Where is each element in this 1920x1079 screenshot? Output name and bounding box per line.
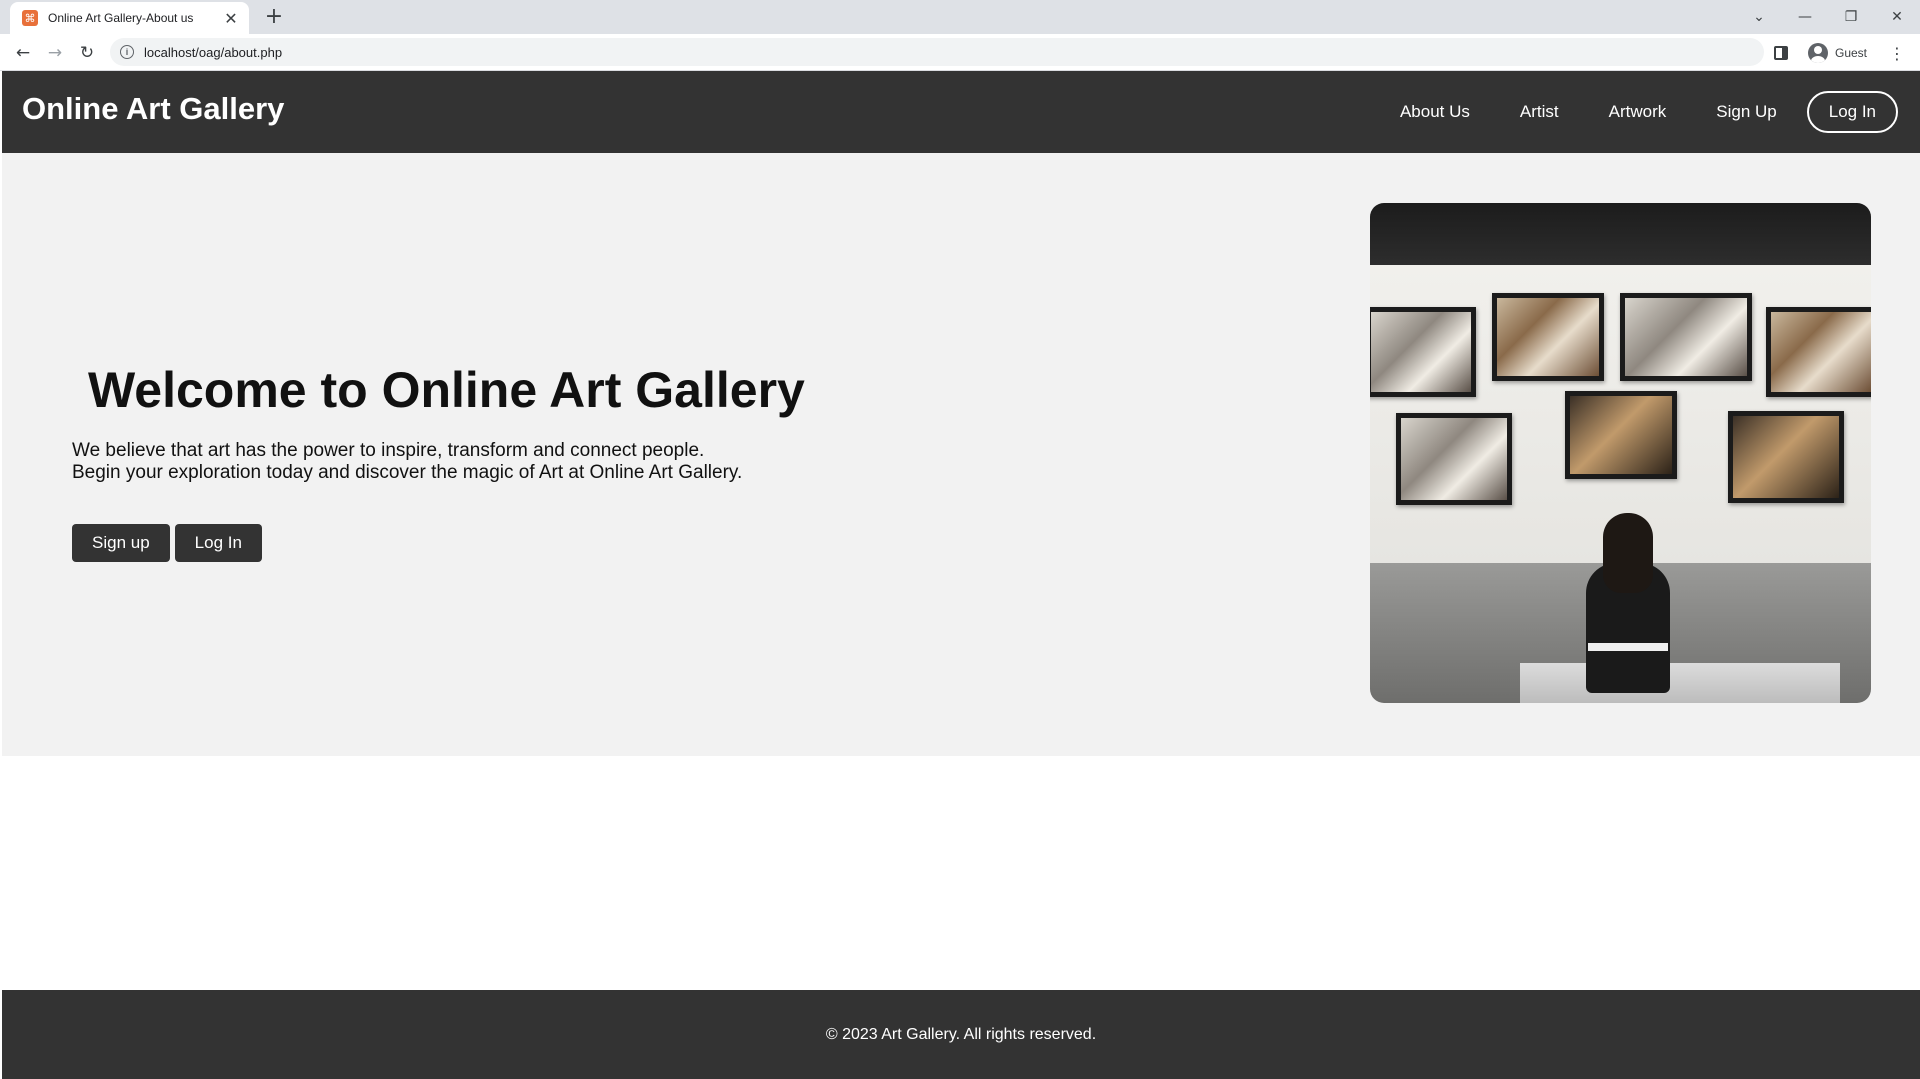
painting-frame	[1492, 293, 1604, 381]
browser-toolbar: ← → ↻ i localhost/oag/about.php Guest ⋮	[0, 34, 1920, 71]
url-text[interactable]: localhost/oag/about.php	[144, 45, 282, 60]
tab-title: Online Art Gallery-About us	[48, 11, 194, 25]
login-button[interactable]: Log In	[174, 524, 262, 562]
painting-frame	[1766, 307, 1871, 397]
hero-buttons: Sign up Log In	[72, 524, 267, 562]
hero-line-2: Begin your exploration today and discove…	[72, 462, 743, 483]
close-window-icon[interactable]: ✕	[1874, 0, 1920, 34]
hero-title: Welcome to Online Art Gallery	[88, 362, 805, 418]
forward-icon[interactable]: →	[42, 40, 68, 66]
seated-visitor	[1578, 513, 1678, 693]
restore-icon[interactable]: ❐	[1828, 0, 1874, 34]
gallery-bench	[1520, 663, 1840, 703]
window-controls: ⌄ — ❐ ✕	[1736, 0, 1920, 34]
footer-copyright: © 2023 Art Gallery. All rights reserved.	[825, 1025, 1097, 1043]
side-panel-icon[interactable]	[1774, 46, 1788, 60]
avatar-icon	[1808, 43, 1828, 63]
nav-about-us[interactable]: About Us	[1400, 102, 1470, 122]
address-bar[interactable]: i localhost/oag/about.php	[110, 38, 1764, 66]
tab-search-icon[interactable]: ⌄	[1736, 0, 1782, 34]
site-favicon-icon: ⌘	[22, 10, 38, 26]
painting-frame	[1565, 391, 1677, 479]
gallery-photo	[1370, 203, 1871, 703]
profile-name: Guest	[1835, 46, 1868, 60]
painting-frame	[1370, 307, 1476, 397]
gallery-ceiling	[1370, 203, 1871, 265]
toolbar-right: Guest ⋮	[1774, 40, 1905, 66]
hero-description: We believe that art has the power to ins…	[72, 440, 742, 484]
browser-tabstrip: ⌘ Online Art Gallery-About us ✕ + ⌄ — ❐ …	[0, 0, 1920, 34]
site-brand[interactable]: Online Art Gallery	[22, 91, 284, 127]
signup-button[interactable]: Sign up	[72, 524, 170, 562]
browser-tab[interactable]: ⌘ Online Art Gallery-About us ✕	[10, 2, 249, 34]
nav-login-button[interactable]: Log In	[1806, 91, 1898, 133]
nav-artwork[interactable]: Artwork	[1609, 102, 1667, 122]
painting-frame	[1728, 411, 1844, 503]
profile-button[interactable]: Guest	[1804, 40, 1875, 66]
web-page: Online Art Gallery About Us Artist Artwo…	[0, 71, 1920, 1079]
reload-icon[interactable]: ↻	[74, 40, 100, 66]
nav-artist[interactable]: Artist	[1520, 102, 1559, 122]
painting-frame	[1396, 413, 1512, 505]
minimize-icon[interactable]: —	[1782, 0, 1828, 34]
nav-sign-up[interactable]: Sign Up	[1716, 102, 1776, 122]
site-footer: © 2023 Art Gallery. All rights reserved.	[2, 990, 1920, 1079]
new-tab-icon[interactable]: +	[262, 5, 286, 29]
tab-close-icon[interactable]: ✕	[223, 9, 239, 28]
browser-menu-icon[interactable]: ⋮	[1889, 44, 1905, 63]
site-info-icon[interactable]: i	[120, 45, 134, 59]
back-icon[interactable]: ←	[10, 40, 36, 66]
painting-frame	[1620, 293, 1752, 381]
site-header: Online Art Gallery About Us Artist Artwo…	[2, 71, 1920, 153]
hero-line-1: We believe that art has the power to ins…	[72, 440, 705, 461]
site-nav: About Us Artist Artwork Sign Up Log In	[1350, 71, 1920, 153]
hero-section: Welcome to Online Art Gallery We believe…	[2, 153, 1920, 756]
